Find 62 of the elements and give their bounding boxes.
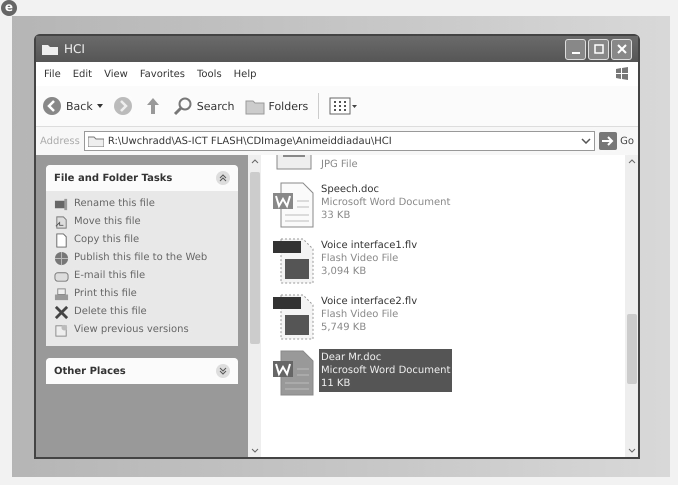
chevron-icon[interactable] bbox=[216, 171, 230, 185]
close-icon bbox=[616, 44, 626, 54]
scroll-thumb[interactable] bbox=[250, 172, 260, 344]
scrollbar[interactable] bbox=[625, 155, 638, 457]
scroll-thumb[interactable] bbox=[626, 314, 636, 384]
search-button[interactable]: Search bbox=[172, 96, 235, 116]
window-title: HCI bbox=[64, 42, 85, 56]
menu-item[interactable]: View bbox=[104, 68, 128, 80]
minimize-icon bbox=[572, 52, 580, 54]
figure-label: e bbox=[1, 0, 17, 16]
document-icon[interactable] bbox=[271, 181, 315, 229]
folders-button[interactable]: Folders bbox=[244, 97, 308, 115]
menu-item[interactable]: Tools bbox=[197, 68, 222, 80]
views-button[interactable] bbox=[329, 97, 360, 115]
windows-logo-icon bbox=[614, 66, 630, 82]
caret-icon bbox=[96, 104, 103, 108]
selected-file-label[interactable]: Dear Mr.doc Microsoft Word Document 11 KB bbox=[319, 349, 452, 392]
move-icon bbox=[54, 215, 69, 230]
panel-title: Other Places bbox=[54, 366, 126, 376]
menu-item[interactable]: File bbox=[44, 68, 61, 80]
task-link[interactable]: Rename this file bbox=[74, 197, 155, 210]
folder-icon bbox=[88, 135, 104, 147]
task-link[interactable]: Publish this file to the Web bbox=[74, 251, 208, 264]
scroll-down-icon[interactable] bbox=[628, 448, 636, 453]
scroll-down-icon[interactable] bbox=[250, 448, 258, 453]
task-link[interactable]: View previous versions bbox=[74, 323, 189, 336]
close-button[interactable] bbox=[611, 38, 632, 60]
search-icon bbox=[172, 96, 193, 116]
menu-item[interactable]: Favorites bbox=[140, 68, 186, 80]
folder-icon bbox=[42, 43, 58, 55]
rename-icon bbox=[54, 197, 69, 212]
task-link[interactable]: Copy this file bbox=[74, 233, 140, 246]
maximize-button[interactable] bbox=[588, 38, 609, 60]
scroll-up-icon[interactable] bbox=[250, 159, 258, 164]
globe-icon bbox=[54, 251, 69, 266]
back-button[interactable]: Back bbox=[42, 96, 103, 116]
video-file-icon[interactable] bbox=[271, 293, 315, 341]
file-label[interactable]: Speech.doc Microsoft Word Document 33 KB bbox=[319, 181, 452, 224]
print-icon bbox=[54, 287, 69, 302]
panel-title: File and Folder Tasks bbox=[54, 172, 172, 184]
task-link[interactable]: Print this file bbox=[74, 287, 137, 300]
delete-icon bbox=[54, 305, 69, 320]
address-field[interactable]: R:\Uwchradd\AS-ICT FLASH\CDImage\Animeiddiadau\HCI bbox=[84, 131, 596, 151]
chevron-icon[interactable] bbox=[216, 364, 230, 378]
file-label[interactable]: JPG File bbox=[319, 156, 360, 173]
scroll-up-icon[interactable] bbox=[628, 159, 636, 164]
file-label[interactable]: Voice interface2.flv Flash Video File 5,749 KB bbox=[319, 293, 420, 336]
task-link[interactable]: Delete this file bbox=[74, 305, 147, 318]
copy-icon bbox=[54, 233, 69, 248]
versions-icon bbox=[54, 323, 69, 338]
video-file-icon[interactable] bbox=[271, 237, 315, 285]
task-link[interactable]: E-mail this file bbox=[74, 269, 146, 282]
menu-item[interactable]: Help bbox=[234, 68, 256, 80]
address-label: Address bbox=[40, 136, 80, 146]
document-icon[interactable] bbox=[271, 349, 315, 397]
minimize-button[interactable] bbox=[565, 38, 586, 60]
go-button[interactable]: Go bbox=[599, 132, 634, 150]
menu-item[interactable]: Edit bbox=[72, 68, 92, 80]
task-link[interactable]: Move this file bbox=[74, 215, 141, 228]
maximize-icon bbox=[594, 44, 604, 54]
file-label[interactable]: Voice interface1.flv Flash Video File 3,094 KB bbox=[319, 237, 420, 280]
scrollbar[interactable] bbox=[248, 155, 261, 457]
